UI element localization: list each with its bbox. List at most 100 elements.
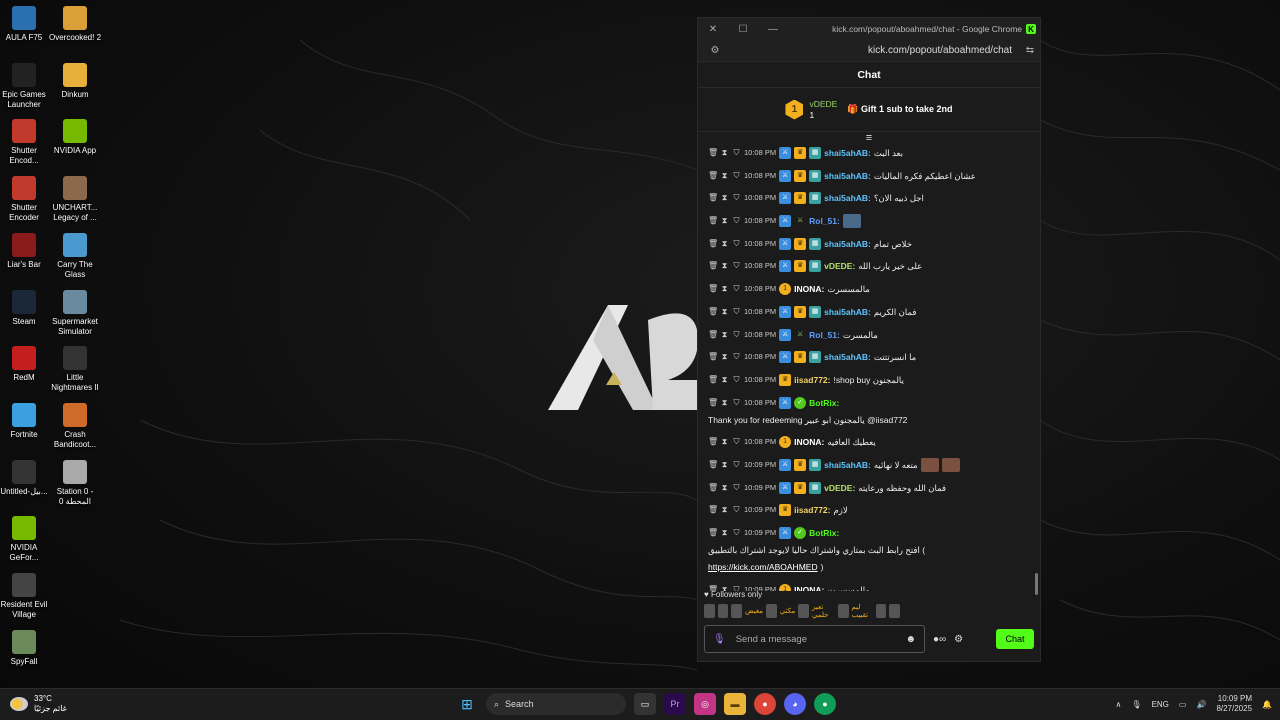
chat-message[interactable]: 🗑 ⧗ ⛉ 10:08 PM 1 INONA: مالمسسرت [708, 282, 1026, 296]
minimize-icon[interactable]: — [758, 24, 788, 35]
desktop-shortcut[interactable]: Fortnite [0, 402, 52, 440]
chat-input-placeholder[interactable]: Send a message [736, 634, 896, 645]
language-indicator[interactable]: ENG [1152, 700, 1169, 709]
premiere-icon[interactable]: Pr [664, 693, 686, 715]
emote-image[interactable] [837, 604, 849, 618]
chat-message[interactable]: 🗑 ⧗ ⛉ 10:08 PM ⚔ ♛ ▦ shai5ahAB: فمان الكريم [708, 305, 1026, 319]
ban-icon[interactable]: ⛉ [732, 146, 741, 160]
timeout-icon[interactable]: ⧗ [720, 526, 729, 540]
timeout-icon[interactable]: ⧗ [720, 305, 729, 319]
message-username[interactable]: shai5ahAB: [824, 237, 871, 251]
ban-icon[interactable]: ⛉ [732, 191, 741, 205]
message-username[interactable]: BotRix: [809, 396, 839, 410]
delete-icon[interactable]: 🗑 [708, 191, 718, 205]
delete-icon[interactable]: 🗑 [708, 146, 718, 160]
message-link[interactable]: https://kick.com/ABOAHMED [708, 560, 818, 574]
ban-icon[interactable]: ⛉ [732, 282, 741, 296]
send-chat-button[interactable]: Chat [996, 629, 1034, 649]
ban-icon[interactable]: ⛉ [732, 503, 741, 517]
file-explorer-icon[interactable]: ▬ [724, 693, 746, 715]
emote-image[interactable] [731, 604, 743, 618]
top-gifter[interactable]: vDEDE 1 [809, 99, 837, 121]
ban-icon[interactable]: ⛉ [732, 396, 741, 410]
emoji-icon[interactable]: ☻ [905, 634, 916, 645]
discord-icon[interactable]: ◕ [784, 693, 806, 715]
chat-message[interactable]: 🗑 ⧗ ⛉ 10:08 PM ⚔ ♛ ▦ shai5ahAB: ما انسرتتتت [708, 350, 1026, 364]
chrome-icon[interactable]: ● [754, 693, 776, 715]
start-button[interactable]: ⊞ [456, 693, 478, 715]
chat-message[interactable]: 🗑 ⧗ ⛉ 10:09 PM ⚔ ♛ ▦ vDEDE: فمان الله وحفظه ورعا… [708, 481, 1026, 495]
ban-icon[interactable]: ⛉ [732, 259, 741, 273]
ban-icon[interactable]: ⛉ [732, 481, 741, 495]
ban-icon[interactable]: ⛉ [732, 237, 741, 251]
emote-image[interactable] [765, 604, 777, 618]
task-view-icon[interactable]: ▭ [634, 693, 656, 715]
delete-icon[interactable]: 🗑 [708, 305, 718, 319]
emote-text[interactable]: مكثي [780, 607, 796, 615]
timeout-icon[interactable]: ⧗ [720, 396, 729, 410]
clock[interactable]: 10:09 PM 8/27/2025 [1216, 694, 1252, 714]
message-username[interactable]: BotRix: [809, 526, 839, 540]
timeout-icon[interactable]: ⧗ [720, 458, 729, 472]
delete-icon[interactable]: 🗑 [708, 350, 718, 364]
desktop-shortcut[interactable]: RedM [0, 346, 52, 383]
ban-icon[interactable]: ⛉ [732, 435, 741, 449]
desktop-shortcut[interactable]: Little Nightmares II [47, 346, 103, 393]
network-icon[interactable]: ▭ [1179, 700, 1187, 709]
delete-icon[interactable]: 🗑 [708, 259, 718, 273]
tune-icon[interactable]: ⇆ [1020, 45, 1040, 56]
ban-icon[interactable]: ⛉ [732, 328, 741, 342]
timeout-icon[interactable]: ⧗ [720, 214, 729, 228]
weather-widget[interactable]: 33°C غائم جزئيًا [10, 694, 67, 714]
desktop-shortcut[interactable]: Dinkum [47, 62, 103, 100]
desktop-shortcut[interactable]: Supermarket Simulator [47, 289, 103, 337]
taskbar-search[interactable]: ⌕ Search [486, 693, 626, 715]
timeout-icon[interactable]: ⧗ [720, 503, 729, 517]
desktop-shortcut[interactable]: NVIDIA App [47, 119, 103, 156]
timeout-icon[interactable]: ⧗ [720, 169, 729, 183]
ban-icon[interactable]: ⛉ [732, 305, 741, 319]
chat-message[interactable]: 🗑 ⧗ ⛉ 10:08 PM ⚔ ✓ BotRix: Thank you for redeem… [708, 396, 1026, 427]
chat-message[interactable]: 🗑 ⧗ ⛉ 10:08 PM ⚔ ♛ ▦ shai5ahAB: اجل ذبيه الان؟ [708, 191, 1026, 205]
delete-icon[interactable]: 🗑 [708, 214, 718, 228]
microphone-icon[interactable]: 🎙 [1131, 700, 1141, 709]
chat-message[interactable]: 🗑 ⧗ ⛉ 10:08 PM ⚔ ♛ ▦ vDEDE: على خير يارب الله [708, 259, 1026, 273]
desktop-shortcut[interactable]: UNCHART... Legacy of ... [47, 176, 103, 223]
desktop-shortcut[interactable]: Liar's Bar [0, 232, 52, 270]
chevron-up-icon[interactable]: ∧ [1116, 700, 1122, 709]
emote-text[interactable]: تعير حلمي [812, 603, 835, 619]
chat-message[interactable]: 🗑 ⧗ ⛉ 10:08 PM ⚔ ♛ ▦ shai5ahAB: بعد البث [708, 146, 1026, 160]
gift-sub-button[interactable]: 🎁 Gift 1 sub to take 2nd [847, 104, 952, 115]
chat-message[interactable]: 🗑 ⧗ ⛉ 10:09 PM ⚔ ✓ BotRix: افتح رابط البث بمتار… [708, 526, 1026, 574]
chat-message[interactable]: 🗑 ⧗ ⛉ 10:09 PM ⚔ ♛ ▦ shai5ahAB: متعه لا نهائيه [708, 457, 1026, 472]
volume-icon[interactable]: 🔊 [1196, 700, 1206, 709]
message-username[interactable]: Rol_51: [809, 214, 840, 228]
emote-image[interactable] [889, 604, 900, 618]
ban-icon[interactable]: ⛉ [732, 526, 741, 540]
chat-scrollbar[interactable] [1035, 573, 1038, 595]
desktop-shortcut[interactable]: Carry The Glass [47, 232, 103, 280]
message-username[interactable]: INONA: [794, 435, 824, 449]
maximize-icon[interactable]: ☐ [728, 24, 758, 35]
delete-icon[interactable]: 🗑 [708, 373, 718, 387]
site-info-icon[interactable]: ⚙ [698, 45, 732, 56]
chat-message[interactable]: 🗑 ⧗ ⛉ 10:08 PM ♛ iisad772: !shop buy يالمجنون [708, 373, 1026, 387]
ban-icon[interactable]: ⛉ [732, 350, 741, 364]
chrome-active-icon[interactable]: ● [814, 693, 836, 715]
emote-text[interactable]: ليم تقبيب [852, 603, 873, 619]
message-username[interactable]: INONA: [794, 282, 824, 296]
message-username[interactable]: shai5ahAB: [824, 191, 871, 205]
delete-icon[interactable]: 🗑 [708, 526, 718, 540]
chat-message[interactable]: 🗑 ⧗ ⛉ 10:08 PM ⚔ ♛ ▦ shai5ahAB: خلاص تمام [708, 237, 1026, 251]
timeout-icon[interactable]: ⧗ [720, 146, 729, 160]
chat-message[interactable]: 🗑 ⧗ ⛉ 10:09 PM ♛ iisad772: لازم [708, 503, 1026, 517]
emote-image[interactable] [704, 604, 715, 618]
filter-icon[interactable]: ≡ [698, 132, 1040, 144]
desktop-shortcut[interactable]: NVIDIA GeFor... [0, 516, 52, 563]
message-username[interactable]: shai5ahAB: [824, 169, 871, 183]
desktop-shortcut[interactable]: Station 0 - المحطة 0 [47, 459, 103, 507]
desktop-shortcut[interactable]: Shutter Encoder [0, 176, 52, 223]
timeout-icon[interactable]: ⧗ [720, 237, 729, 251]
emote-image[interactable] [798, 604, 809, 618]
desktop-shortcut[interactable]: SpyFall [0, 629, 52, 667]
